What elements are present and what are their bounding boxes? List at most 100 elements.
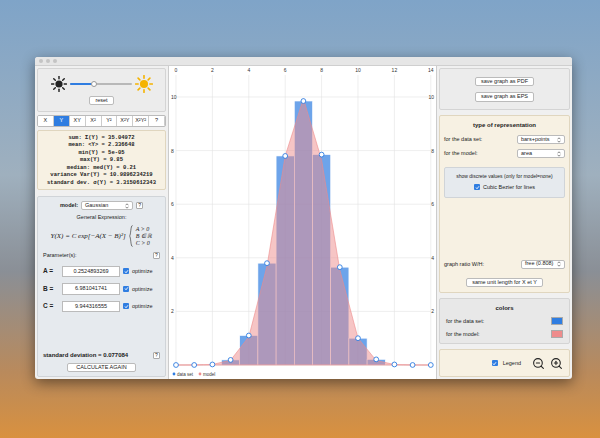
right-panel: save graph as PDFsave graph as EPStype o…	[436, 66, 572, 379]
parameter-field[interactable]: 0.2524893269	[62, 266, 120, 278]
check-icon	[124, 286, 129, 291]
tab[interactable]: ?	[149, 116, 165, 126]
zoom-in-button[interactable]	[550, 357, 563, 370]
chevron-icon	[125, 203, 129, 209]
bottom-panel: Legend	[439, 349, 570, 377]
tab[interactable]: X	[38, 116, 54, 126]
bezier-checkbox[interactable]	[474, 184, 480, 190]
color-swatch[interactable]	[551, 317, 563, 325]
data-point	[283, 154, 288, 159]
dark-sun-icon	[51, 76, 67, 92]
y-tick: 10	[171, 94, 177, 100]
parameter-field[interactable]: 6.981041741	[62, 283, 120, 295]
left-panel: resetXYXYX²Y²X²YX²Y²?sum: Σ(Y) = 35.0497…	[35, 66, 169, 379]
bright-sun-icon	[135, 75, 153, 93]
condition: C > 0	[136, 240, 153, 247]
zoom-in-icon	[550, 357, 563, 370]
calculate-button[interactable]: CALCULATE AGAIN	[67, 363, 135, 373]
x-tick: 2	[211, 67, 214, 73]
title-bar	[35, 57, 572, 66]
tab[interactable]: X²Y²	[133, 116, 149, 126]
tab[interactable]: X²	[86, 116, 102, 126]
legend-checkbox[interactable]	[492, 360, 498, 366]
condition: A > 0	[136, 226, 153, 233]
tab[interactable]: Y²	[102, 116, 118, 126]
brightness-panel: reset	[37, 68, 166, 112]
parameter-row: B =6.981041741optimize	[43, 283, 160, 295]
parameter-row: A =0.2524893269optimize	[43, 266, 160, 278]
parameter-field[interactable]: 9.944316555	[62, 301, 120, 313]
legend-item: model	[199, 372, 216, 377]
svg-text:data set: data set	[177, 372, 194, 377]
save-button[interactable]: save graph as EPS	[475, 92, 534, 102]
x-tick: 12	[392, 67, 398, 73]
chevron-icon	[557, 137, 561, 143]
brightness-slider[interactable]	[70, 83, 132, 85]
stat-line: min(Y) = 5e-05	[78, 149, 124, 157]
x-tick: 0	[175, 67, 178, 73]
y-tick: 4	[431, 255, 434, 261]
formula: Y(X) = C exp[−A(X − B)²]A > 0B ∈ ℝC > 0	[43, 224, 160, 248]
y-tick: 2	[431, 308, 434, 314]
data-point	[356, 336, 361, 341]
legend-item: data set	[173, 372, 194, 377]
tab[interactable]: XY	[70, 116, 86, 126]
x-tick: 14	[428, 67, 434, 73]
expression-label: General Expression:	[43, 213, 160, 221]
chart-area: 02468101214224466881010data setmodel	[169, 66, 436, 379]
parameter-row: C =9.944316555optimize	[43, 301, 160, 313]
parameters-help-button[interactable]: ?	[153, 252, 160, 259]
unit-length-button[interactable]: same unit length for X et Y	[466, 278, 543, 288]
ratio-dropdown[interactable]: free (0.808)	[521, 260, 565, 269]
minimize-button[interactable]	[46, 59, 50, 63]
condition: B ∈ ℝ	[136, 233, 153, 240]
x-tick: 10	[355, 67, 361, 73]
tab[interactable]: X²Y	[117, 116, 133, 126]
model-dropdown[interactable]: Gaussian	[81, 201, 133, 210]
chevron-icon	[557, 151, 561, 157]
check-icon	[475, 185, 480, 190]
color-swatch[interactable]	[551, 330, 563, 338]
data-point	[392, 362, 397, 367]
tab[interactable]: Y	[54, 116, 70, 126]
stat-line: median: med(Y) = 0.21	[67, 164, 136, 172]
x-tick: 4	[247, 67, 250, 73]
reset-button[interactable]: reset	[89, 96, 113, 106]
model-help-button[interactable]: ?	[136, 202, 143, 209]
save-button[interactable]: save graph as PDF	[475, 77, 534, 87]
data-point	[228, 358, 233, 363]
stddev-help-button[interactable]: ?	[153, 352, 160, 359]
zoom-out-button[interactable]	[532, 357, 545, 370]
close-button[interactable]	[39, 59, 43, 63]
zoom-button[interactable]	[53, 59, 57, 63]
check-icon	[124, 269, 129, 274]
zoom-out-icon	[532, 357, 545, 370]
model-panel: model:Gaussian?General Expression:Y(X) =…	[37, 196, 166, 377]
data-point	[337, 265, 342, 270]
data-point	[319, 152, 324, 157]
data-point	[410, 363, 415, 368]
model-representation-dropdown[interactable]: area	[517, 149, 565, 158]
discrete-values-button[interactable]: show discrete values (only for model=non…	[456, 174, 553, 179]
y-tick: 10	[428, 94, 434, 100]
chevron-icon	[557, 261, 561, 267]
y-tick: 6	[171, 201, 174, 207]
optimize-checkbox[interactable]	[123, 286, 129, 292]
y-tick: 2	[171, 308, 174, 314]
color-row: for the data set:	[446, 317, 563, 325]
x-tick: 8	[320, 67, 323, 73]
x-tick: 6	[284, 67, 287, 73]
data-representation-dropdown[interactable]: bars+points	[517, 135, 565, 144]
optimize-checkbox[interactable]	[123, 268, 129, 274]
optimize-checkbox[interactable]	[123, 303, 129, 309]
data-point	[246, 333, 251, 338]
data-point	[428, 363, 433, 368]
stats-box: sum: Σ(Y) = 35.04972mean: <Y> = 2.336648…	[37, 130, 166, 191]
standard-deviation: standard deviation = 0.077084	[43, 351, 128, 360]
data-point	[174, 363, 179, 368]
stat-line: standard dev. σ(Y) = 3.3150612343	[47, 179, 156, 187]
color-row: for the model:	[446, 330, 563, 338]
tabs: XYXYX²Y²X²YX²Y²?	[37, 115, 166, 127]
colors-panel: colorsfor the data set:for the model:	[439, 298, 570, 344]
stat-line: sum: Σ(Y) = 35.04972	[68, 134, 134, 142]
